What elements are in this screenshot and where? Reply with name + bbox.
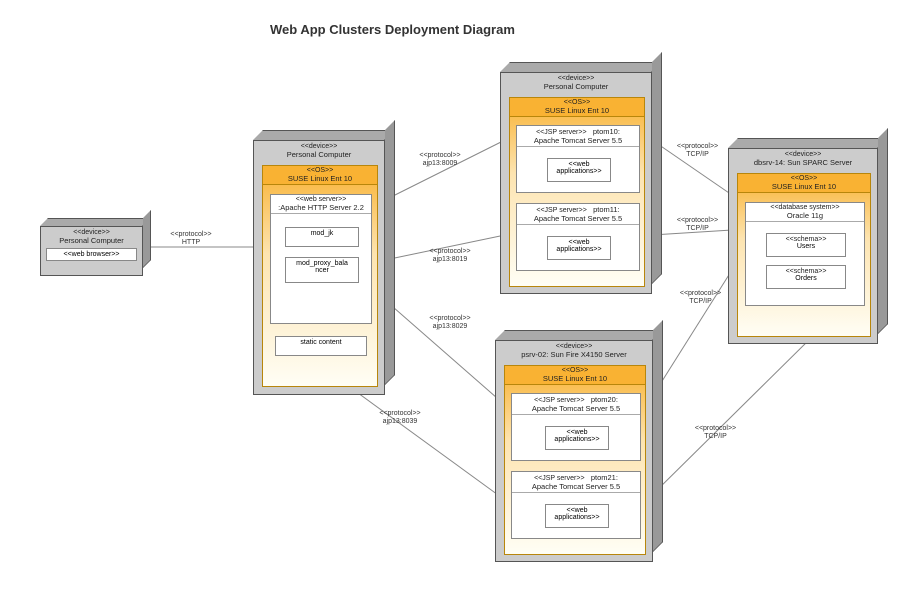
- schema-orders: <<schema>> Orders: [766, 265, 846, 289]
- web-browser-box: <<web browser>>: [46, 248, 137, 261]
- app1-stereotype: <<device>>: [501, 75, 651, 82]
- conn-tcp1: <<protocol>>TCP/IP: [670, 143, 725, 158]
- db-os: <<OS>> SUSE Linux Ent 10 <<database syst…: [737, 173, 871, 337]
- app1-name: Personal Computer: [501, 82, 651, 91]
- jsp-ptom11: <<JSP server>> ptom11: Apache Tomcat Ser…: [516, 203, 640, 271]
- conn-http: <<protocol>>HTTP: [166, 231, 216, 246]
- conn-ajp4: <<protocol>>ajp13:8039: [370, 410, 430, 425]
- webapps-ptom20: <<web applications>>: [545, 426, 609, 450]
- conn-ajp2: <<protocol>>ajp13:8019: [420, 248, 480, 263]
- http-server-name: Personal Computer: [254, 150, 384, 159]
- conn-tcp4: <<protocol>>TCP/IP: [688, 425, 743, 440]
- jsp-ptom10: <<JSP server>> ptom10: Apache Tomcat Ser…: [516, 125, 640, 193]
- client-stereotype: <<device>>: [41, 229, 142, 236]
- apache-http-server: <<web server>> :Apache HTTP Server 2.2 m…: [270, 194, 372, 324]
- mod-proxy-balancer: mod_proxy_bala ncer: [285, 257, 359, 283]
- db-stereotype: <<device>>: [729, 151, 877, 158]
- app1-os: <<OS>> SUSE Linux Ent 10 <<JSP server>> …: [509, 97, 645, 287]
- oracle-db: <<database system>> Oracle 11g <<schema>…: [745, 202, 865, 306]
- schema-users: <<schema>> Users: [766, 233, 846, 257]
- app2-os: <<OS>> SUSE Linux Ent 10 <<JSP server>> …: [504, 365, 646, 555]
- db-name: dbsrv-14: Sun SPARC Server: [729, 158, 877, 167]
- app2-name: psrv-02: Sun Fire X4150 Server: [496, 350, 652, 359]
- webapps-ptom21: <<web applications>>: [545, 504, 609, 528]
- jsp-ptom21: <<JSP server>> ptom21: Apache Tomcat Ser…: [511, 471, 641, 539]
- webapps-ptom10: <<web applications>>: [547, 158, 611, 182]
- http-server-stereotype: <<device>>: [254, 143, 384, 150]
- page-title: Web App Clusters Deployment Diagram: [270, 22, 515, 37]
- jsp-ptom20: <<JSP server>> ptom20: Apache Tomcat Ser…: [511, 393, 641, 461]
- app2-stereotype: <<device>>: [496, 343, 652, 350]
- mod-jk: mod_jk: [285, 227, 359, 247]
- http-server-os: <<OS>> SUSE Linux Ent 10 <<web server>> …: [262, 165, 378, 387]
- webapps-ptom11: <<web applications>>: [547, 236, 611, 260]
- client-name: Personal Computer: [41, 236, 142, 245]
- static-content: static content: [275, 336, 367, 356]
- conn-tcp2: <<protocol>>TCP/IP: [670, 217, 725, 232]
- conn-ajp1: <<protocol>>ajp13:8009: [410, 152, 470, 167]
- conn-ajp3: <<protocol>>ajp13:8029: [420, 315, 480, 330]
- conn-tcp3: <<protocol>>TCP/IP: [673, 290, 728, 305]
